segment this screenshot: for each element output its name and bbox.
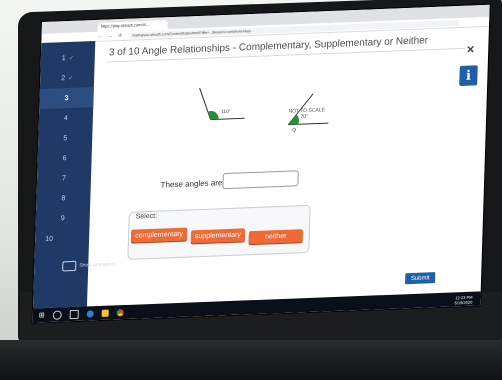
supplementary-button[interactable]: supplementary <box>190 228 246 244</box>
sidebar-item-label: 4 <box>63 114 68 122</box>
task-view-icon[interactable] <box>69 309 79 319</box>
sidebar-item-7[interactable]: 7 <box>37 167 92 189</box>
submit-button[interactable]: Submit <box>405 272 436 285</box>
sidebar-item-label: 8 <box>61 194 66 202</box>
sidebar-item-3[interactable]: 3 <box>39 87 94 110</box>
angle-1-label: 110° <box>221 109 231 115</box>
file-explorer-icon[interactable] <box>101 309 109 317</box>
sidebar-item-10[interactable]: 10 <box>35 227 90 249</box>
info-button[interactable]: i <box>459 65 478 87</box>
taskbar-clock[interactable]: 12:23 PM 6/19/2020 <box>454 295 472 306</box>
sidebar-item-label: 3 <box>64 94 69 102</box>
keyboard-edge <box>0 340 502 380</box>
select-label: Select: <box>135 212 158 221</box>
sidebar-item-label: 5 <box>63 134 68 142</box>
sidebar-item-label: 6 <box>62 154 67 162</box>
answer-input[interactable] <box>222 170 299 190</box>
sidebar-item-4[interactable]: 4 <box>39 107 94 129</box>
show-animation-label: Show animation <box>79 261 115 269</box>
angle-2-label: 70° <box>300 114 308 120</box>
edge-browser-icon[interactable] <box>86 309 94 318</box>
sidebar-item-6[interactable]: 6 <box>37 147 92 169</box>
sidebar-item-label: 2 <box>61 74 66 82</box>
laptop-screen: https://play.stmath.com/#/... ← → ⟳ math… <box>32 4 490 323</box>
sidebar-item-label: 10 <box>45 235 54 243</box>
show-animation-button[interactable]: Show animation <box>62 259 115 272</box>
sidebar-item-label: 1 <box>61 54 66 62</box>
sidebar-item-8[interactable]: 8 <box>36 187 91 209</box>
close-icon[interactable]: × <box>466 41 474 56</box>
sidebar-item-2[interactable]: 2 ✓ <box>40 67 95 89</box>
complementary-button[interactable]: complementary <box>130 227 188 243</box>
chrome-browser-icon[interactable] <box>116 308 124 316</box>
check-icon: ✓ <box>68 55 74 62</box>
search-icon[interactable] <box>52 309 62 320</box>
sidebar-item-label: 9 <box>60 214 65 222</box>
question-prompt: These angles are <box>160 178 223 190</box>
sidebar-item-9[interactable]: 9 <box>35 207 90 229</box>
angle-1: 110° <box>199 87 245 121</box>
check-icon: ✓ <box>68 75 74 82</box>
neither-button[interactable]: neither <box>248 229 303 245</box>
animation-icon <box>62 260 77 272</box>
angle-2-vertex-label: Q <box>292 127 296 133</box>
sidebar-item-label: 7 <box>61 174 67 182</box>
clock-date: 6/19/2020 <box>454 299 473 306</box>
sidebar-item-1[interactable]: 1 ✓ <box>41 47 96 69</box>
sidebar-item-5[interactable]: 5 <box>38 127 93 149</box>
windows-start-icon[interactable]: ⊞ <box>39 311 45 319</box>
back-forward-icon[interactable]: ← → ⟳ <box>97 32 124 39</box>
